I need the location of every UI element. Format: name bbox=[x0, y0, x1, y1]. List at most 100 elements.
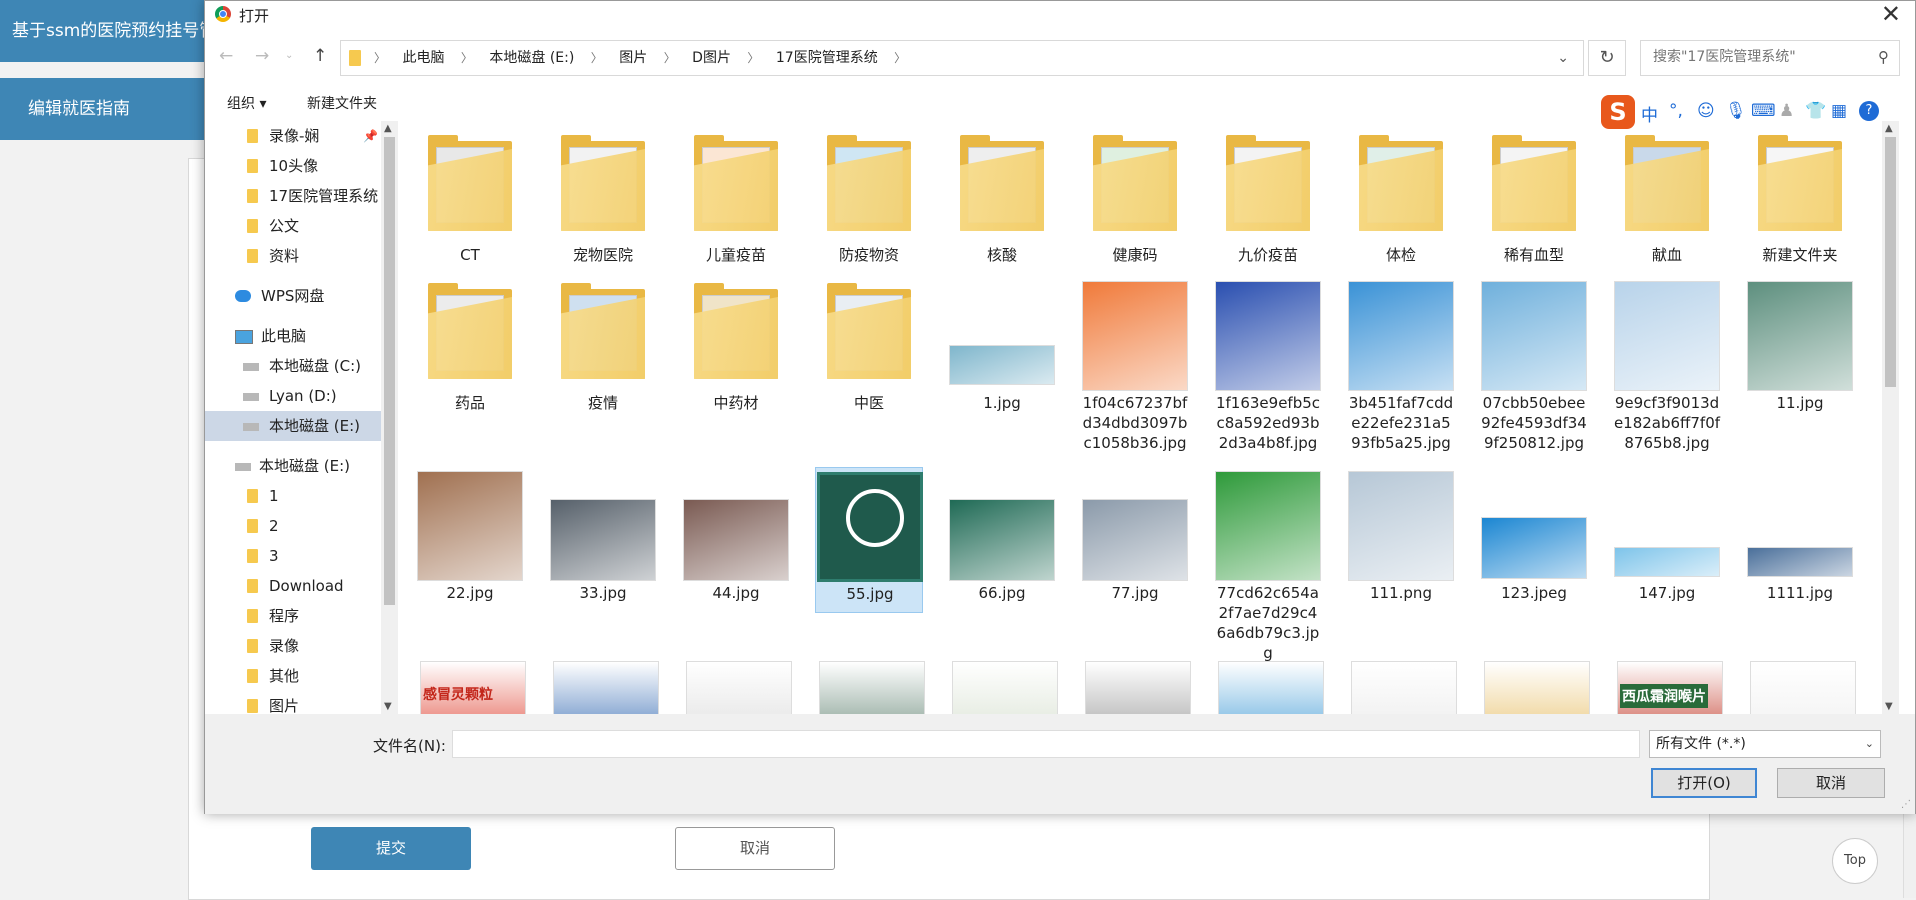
tree-item[interactable]: 录像-娴 📌 bbox=[205, 121, 381, 151]
tree-item[interactable]: 图片 bbox=[205, 691, 381, 714]
search-icon[interactable]: ⚲ bbox=[1878, 48, 1889, 66]
tree-item[interactable]: 17医院管理系统 bbox=[205, 181, 381, 211]
tree-item[interactable]: WPS网盘 bbox=[205, 281, 381, 311]
image-file-tile[interactable]: 111.png bbox=[1347, 467, 1455, 613]
tree-item[interactable]: 此电脑 bbox=[205, 321, 381, 351]
tree-item[interactable]: 公文 bbox=[205, 211, 381, 241]
image-file-tile[interactable]: 147.jpg bbox=[1613, 467, 1721, 613]
close-icon[interactable]: ✕ bbox=[1881, 1, 1901, 27]
image-thumbnail[interactable] bbox=[1484, 661, 1590, 714]
microphone-icon[interactable]: 🎙 bbox=[1725, 101, 1747, 121]
submit-button[interactable]: 提交 bbox=[311, 827, 471, 870]
image-file-tile[interactable]: 1111.jpg bbox=[1746, 467, 1854, 613]
folder-tile[interactable]: 宠物医院 bbox=[549, 129, 657, 275]
tree-item[interactable]: 3 bbox=[205, 541, 381, 571]
folder-tile[interactable]: 稀有血型 bbox=[1480, 129, 1588, 275]
image-thumbnail[interactable] bbox=[1218, 661, 1324, 714]
recent-locations-icon[interactable]: ⌄ bbox=[285, 50, 293, 61]
folder-tile[interactable]: 新建文件夹 bbox=[1746, 129, 1854, 275]
punctuation-icon[interactable]: °, bbox=[1669, 101, 1683, 121]
tree-item[interactable]: 本地磁盘 (C:) bbox=[205, 351, 381, 381]
image-file-tile[interactable]: 123.jpeg bbox=[1480, 467, 1588, 613]
image-file-tile[interactable]: 1.jpg bbox=[948, 277, 1056, 423]
chevron-down-icon[interactable]: ⌄ bbox=[1557, 41, 1569, 75]
image-thumbnail[interactable] bbox=[686, 661, 792, 714]
image-thumbnail[interactable] bbox=[553, 661, 659, 714]
skin-icon[interactable]: 👕 bbox=[1805, 101, 1826, 121]
forward-arrow-icon[interactable]: → bbox=[255, 46, 269, 66]
scroll-up-icon[interactable]: ▲ bbox=[1885, 123, 1893, 134]
toolbox-icon[interactable]: ▦ bbox=[1831, 101, 1847, 121]
up-arrow-icon[interactable]: ↑ bbox=[313, 46, 327, 66]
image-file-tile[interactable]: 44.jpg bbox=[682, 467, 790, 613]
breadcrumb-item[interactable]: 此电脑 bbox=[402, 50, 444, 66]
breadcrumb-item[interactable]: 图片 bbox=[619, 50, 647, 66]
emoji-icon[interactable]: ☺ bbox=[1697, 101, 1715, 121]
image-file-tile[interactable]: 33.jpg bbox=[549, 467, 657, 613]
image-thumbnail[interactable]: 感冒灵颗粒 bbox=[420, 661, 526, 714]
tree-scroll-thumb[interactable] bbox=[384, 137, 395, 605]
image-file-tile[interactable]: 3b451faf7cdde22efe231a593fb5a25.jpg bbox=[1347, 277, 1455, 452]
folder-tile[interactable]: 中药材 bbox=[682, 277, 790, 423]
back-arrow-icon[interactable]: ← bbox=[219, 46, 233, 66]
back-to-top-button[interactable]: Top bbox=[1832, 838, 1878, 884]
folder-tile[interactable]: 献血 bbox=[1613, 129, 1721, 275]
keyboard-icon[interactable]: ⌨ bbox=[1751, 101, 1776, 121]
folder-tile[interactable]: CT bbox=[416, 129, 524, 275]
scroll-down-icon[interactable]: ▼ bbox=[384, 701, 392, 712]
image-file-tile[interactable]: 1f04c67237bfd34dbd3097bc1058b36.jpg bbox=[1081, 277, 1189, 452]
breadcrumb-item[interactable]: D图片 bbox=[692, 50, 731, 66]
tree-item[interactable]: 资料 bbox=[205, 241, 381, 271]
tree-item[interactable]: 本地磁盘 (E:) bbox=[205, 411, 381, 441]
scroll-down-icon[interactable]: ▼ bbox=[1885, 701, 1893, 712]
tree-item[interactable]: 本地磁盘 (E:) bbox=[205, 451, 381, 481]
folder-tile[interactable]: 核酸 bbox=[948, 129, 1056, 275]
tree-item[interactable]: 2 bbox=[205, 511, 381, 541]
organize-menu[interactable]: 组织 ▾ bbox=[227, 93, 266, 113]
image-file-tile[interactable]: 77cd62c654a2f7ae7d29c46a6db79c3.jpg bbox=[1214, 467, 1322, 662]
image-file-tile[interactable]: 9e9cf3f9013de182ab6ff7f0f8765b8.jpg bbox=[1613, 277, 1721, 452]
image-thumbnail[interactable] bbox=[819, 661, 925, 714]
image-thumbnail[interactable] bbox=[1085, 661, 1191, 714]
image-file-tile[interactable]: 11.jpg bbox=[1746, 277, 1854, 423]
image-file-tile[interactable]: 55.jpg bbox=[815, 467, 923, 613]
tree-item[interactable]: 其他 bbox=[205, 661, 381, 691]
breadcrumb-item[interactable]: 17医院管理系统 bbox=[776, 50, 878, 66]
tree-item[interactable]: 程序 bbox=[205, 601, 381, 631]
breadcrumb-item[interactable]: 本地磁盘 (E:) bbox=[489, 50, 574, 66]
image-thumbnail[interactable] bbox=[1351, 661, 1457, 714]
filetype-select[interactable]: 所有文件 (*.*) ⌄ bbox=[1649, 730, 1881, 758]
image-thumbnail[interactable] bbox=[952, 661, 1058, 714]
folder-tile[interactable]: 儿童疫苗 bbox=[682, 129, 790, 275]
refresh-icon[interactable]: ↻ bbox=[1588, 40, 1626, 76]
image-file-tile[interactable]: 77.jpg bbox=[1081, 467, 1189, 613]
new-folder-button[interactable]: 新建文件夹 bbox=[307, 93, 377, 113]
address-bar[interactable]: 〉 此电脑 〉 本地磁盘 (E:) 〉 图片 〉 D图片 〉 17医院管理系统 … bbox=[340, 40, 1584, 76]
open-button[interactable]: 打开(O) bbox=[1651, 768, 1757, 798]
image-file-tile[interactable]: 07cbb50ebee92fe4593df349f250812.jpg bbox=[1480, 277, 1588, 452]
grid-scrollbar[interactable]: ▲ ▼ bbox=[1882, 121, 1899, 714]
filename-input[interactable] bbox=[452, 730, 1640, 758]
image-thumbnail[interactable] bbox=[1750, 661, 1856, 714]
image-thumbnail[interactable]: 西瓜霜润喉片 bbox=[1617, 661, 1723, 714]
folder-tile[interactable]: 疫情 bbox=[549, 277, 657, 423]
image-file-tile[interactable]: 66.jpg bbox=[948, 467, 1056, 613]
cancel-button[interactable]: 取消 bbox=[1777, 768, 1885, 798]
tree-item[interactable]: 录像 bbox=[205, 631, 381, 661]
folder-tile[interactable]: 防疫物资 bbox=[815, 129, 923, 275]
help-icon[interactable]: ? bbox=[1859, 101, 1879, 121]
tree-item[interactable]: Download bbox=[205, 571, 381, 601]
user-icon[interactable]: ♟ bbox=[1779, 101, 1794, 121]
search-box[interactable]: ⚲ bbox=[1640, 40, 1900, 76]
menu-item-edit-guide[interactable]: 编辑就医指南 bbox=[0, 78, 206, 140]
folder-tile[interactable]: 体检 bbox=[1347, 129, 1455, 275]
folder-tile[interactable]: 九价疫苗 bbox=[1214, 129, 1322, 275]
tree-item[interactable]: 1 bbox=[205, 481, 381, 511]
folder-tile[interactable]: 药品 bbox=[416, 277, 524, 423]
tree-item[interactable]: Lyan (D:) bbox=[205, 381, 381, 411]
tree-scrollbar[interactable]: ▲ ▼ bbox=[381, 121, 398, 714]
resize-grip-icon[interactable]: ⋰ bbox=[1901, 799, 1911, 810]
search-input[interactable] bbox=[1651, 48, 1865, 66]
page-cancel-button[interactable]: 取消 bbox=[675, 827, 835, 870]
scroll-up-icon[interactable]: ▲ bbox=[384, 123, 392, 134]
